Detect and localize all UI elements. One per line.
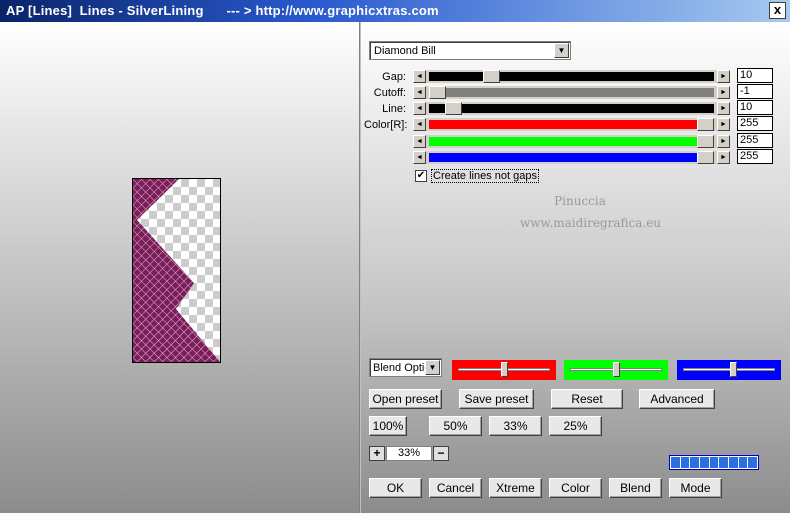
- progress-segment: [709, 457, 719, 468]
- slider-label: Gap:: [382, 71, 406, 83]
- slider-track[interactable]: [429, 153, 714, 162]
- slider-thumb[interactable]: [697, 135, 714, 148]
- zoom-25-button[interactable]: 25%: [549, 416, 602, 436]
- slider-thumb[interactable]: [429, 86, 446, 99]
- chevron-left-icon[interactable]: ◄: [413, 70, 426, 83]
- slider-3[interactable]: ◄ ►: [413, 118, 730, 131]
- color-bar-knob[interactable]: [729, 362, 737, 377]
- slider-thumb[interactable]: [697, 118, 714, 131]
- zoom-in-button[interactable]: +: [369, 446, 385, 461]
- slider-value-field[interactable]: 255: [737, 149, 773, 164]
- chevron-left-icon[interactable]: ◄: [413, 135, 426, 148]
- slider-track[interactable]: [429, 137, 714, 146]
- color-bar-2[interactable]: [677, 360, 781, 380]
- slider-2[interactable]: ◄ ►: [413, 102, 730, 115]
- progress-segment: [738, 457, 748, 468]
- preset-dropdown[interactable]: Diamond Bill ▼: [369, 41, 571, 60]
- mode-button[interactable]: Mode: [669, 478, 722, 498]
- color-bar-knob[interactable]: [612, 362, 620, 377]
- slider-track[interactable]: [429, 104, 714, 113]
- chevron-right-icon[interactable]: ►: [717, 102, 730, 115]
- slider-thumb[interactable]: [482, 70, 500, 83]
- zoom-100-button[interactable]: 100%: [369, 416, 407, 436]
- reset-button[interactable]: Reset: [551, 389, 623, 409]
- slider-5[interactable]: ◄ ►: [413, 151, 730, 164]
- xtreme-button[interactable]: Xtreme: [489, 478, 542, 498]
- watermark: Pinuccia www.maidiregrafica.eu: [520, 190, 662, 234]
- open-preset-button[interactable]: Open preset: [369, 389, 442, 409]
- progress-segment: [748, 457, 758, 468]
- chevron-right-icon[interactable]: ►: [717, 118, 730, 131]
- advanced-button[interactable]: Advanced: [639, 389, 715, 409]
- cancel-button[interactable]: Cancel: [429, 478, 482, 498]
- title-bar: AP [Lines] Lines - SilverLining --- > ht…: [0, 0, 790, 22]
- zoom-33-button[interactable]: 33%: [489, 416, 542, 436]
- chevron-right-icon[interactable]: ►: [717, 86, 730, 99]
- preview-image: [132, 178, 221, 363]
- color-button[interactable]: Color: [549, 478, 602, 498]
- blend-dropdown[interactable]: Blend Options ▼: [369, 358, 442, 377]
- slider-value-field[interactable]: 10: [737, 68, 773, 83]
- color-bar-knob[interactable]: [500, 362, 508, 377]
- create-lines-checkbox[interactable]: ✔: [415, 170, 427, 182]
- close-button[interactable]: x: [769, 2, 786, 19]
- chevron-right-icon[interactable]: ►: [717, 70, 730, 83]
- chevron-left-icon[interactable]: ◄: [413, 102, 426, 115]
- slider-value-field[interactable]: 255: [737, 116, 773, 131]
- progress-segment: [729, 457, 738, 468]
- slider-0[interactable]: ◄ ►: [413, 70, 730, 83]
- chevron-down-icon[interactable]: ▼: [425, 360, 440, 375]
- preset-value: Diamond Bill: [374, 45, 436, 57]
- ok-button[interactable]: OK: [369, 478, 422, 498]
- zoom-50-button[interactable]: 50%: [429, 416, 482, 436]
- blend-value: Blend Options: [373, 362, 425, 374]
- watermark-line-1: Pinuccia: [554, 194, 606, 208]
- color-bar-0[interactable]: [452, 360, 556, 380]
- slider-label: Color[R]:: [364, 119, 408, 131]
- blend-button[interactable]: Blend: [609, 478, 662, 498]
- progress-segment: [700, 457, 709, 468]
- create-lines-label[interactable]: Create lines not gaps: [431, 169, 539, 183]
- slider-track[interactable]: [429, 88, 714, 97]
- chevron-left-icon[interactable]: ◄: [413, 86, 426, 99]
- chevron-left-icon[interactable]: ◄: [413, 118, 426, 131]
- slider-track[interactable]: [429, 120, 714, 129]
- window-title: AP [Lines] Lines - SilverLining --- > ht…: [6, 3, 439, 18]
- save-preset-button[interactable]: Save preset: [459, 389, 534, 409]
- slider-label: Line:: [382, 103, 406, 115]
- watermark-line-2: www.maidiregrafica.eu: [520, 216, 662, 230]
- progress-segment: [690, 457, 700, 468]
- progress-bar: [669, 455, 759, 470]
- zoom-out-button[interactable]: −: [433, 446, 449, 461]
- slider-1[interactable]: ◄ ►: [413, 86, 730, 99]
- slider-label: Cutoff:: [373, 87, 406, 99]
- slider-track[interactable]: [429, 72, 714, 81]
- preview-pane: [0, 22, 360, 513]
- chevron-right-icon[interactable]: ►: [717, 151, 730, 164]
- slider-value-field[interactable]: 255: [737, 133, 773, 148]
- color-bar-1[interactable]: [564, 360, 668, 380]
- chevron-left-icon[interactable]: ◄: [413, 151, 426, 164]
- slider-4[interactable]: ◄ ►: [413, 135, 730, 148]
- progress-segment: [680, 457, 690, 468]
- slider-value-field[interactable]: -1: [737, 84, 773, 99]
- chevron-right-icon[interactable]: ►: [717, 135, 730, 148]
- slider-thumb[interactable]: [445, 102, 463, 115]
- slider-thumb[interactable]: [697, 151, 714, 164]
- progress-segment: [671, 457, 680, 468]
- progress-segment: [719, 457, 729, 468]
- slider-value-field[interactable]: 10: [737, 100, 773, 115]
- zoom-value-field[interactable]: 33%: [386, 446, 432, 461]
- chevron-down-icon[interactable]: ▼: [554, 43, 569, 58]
